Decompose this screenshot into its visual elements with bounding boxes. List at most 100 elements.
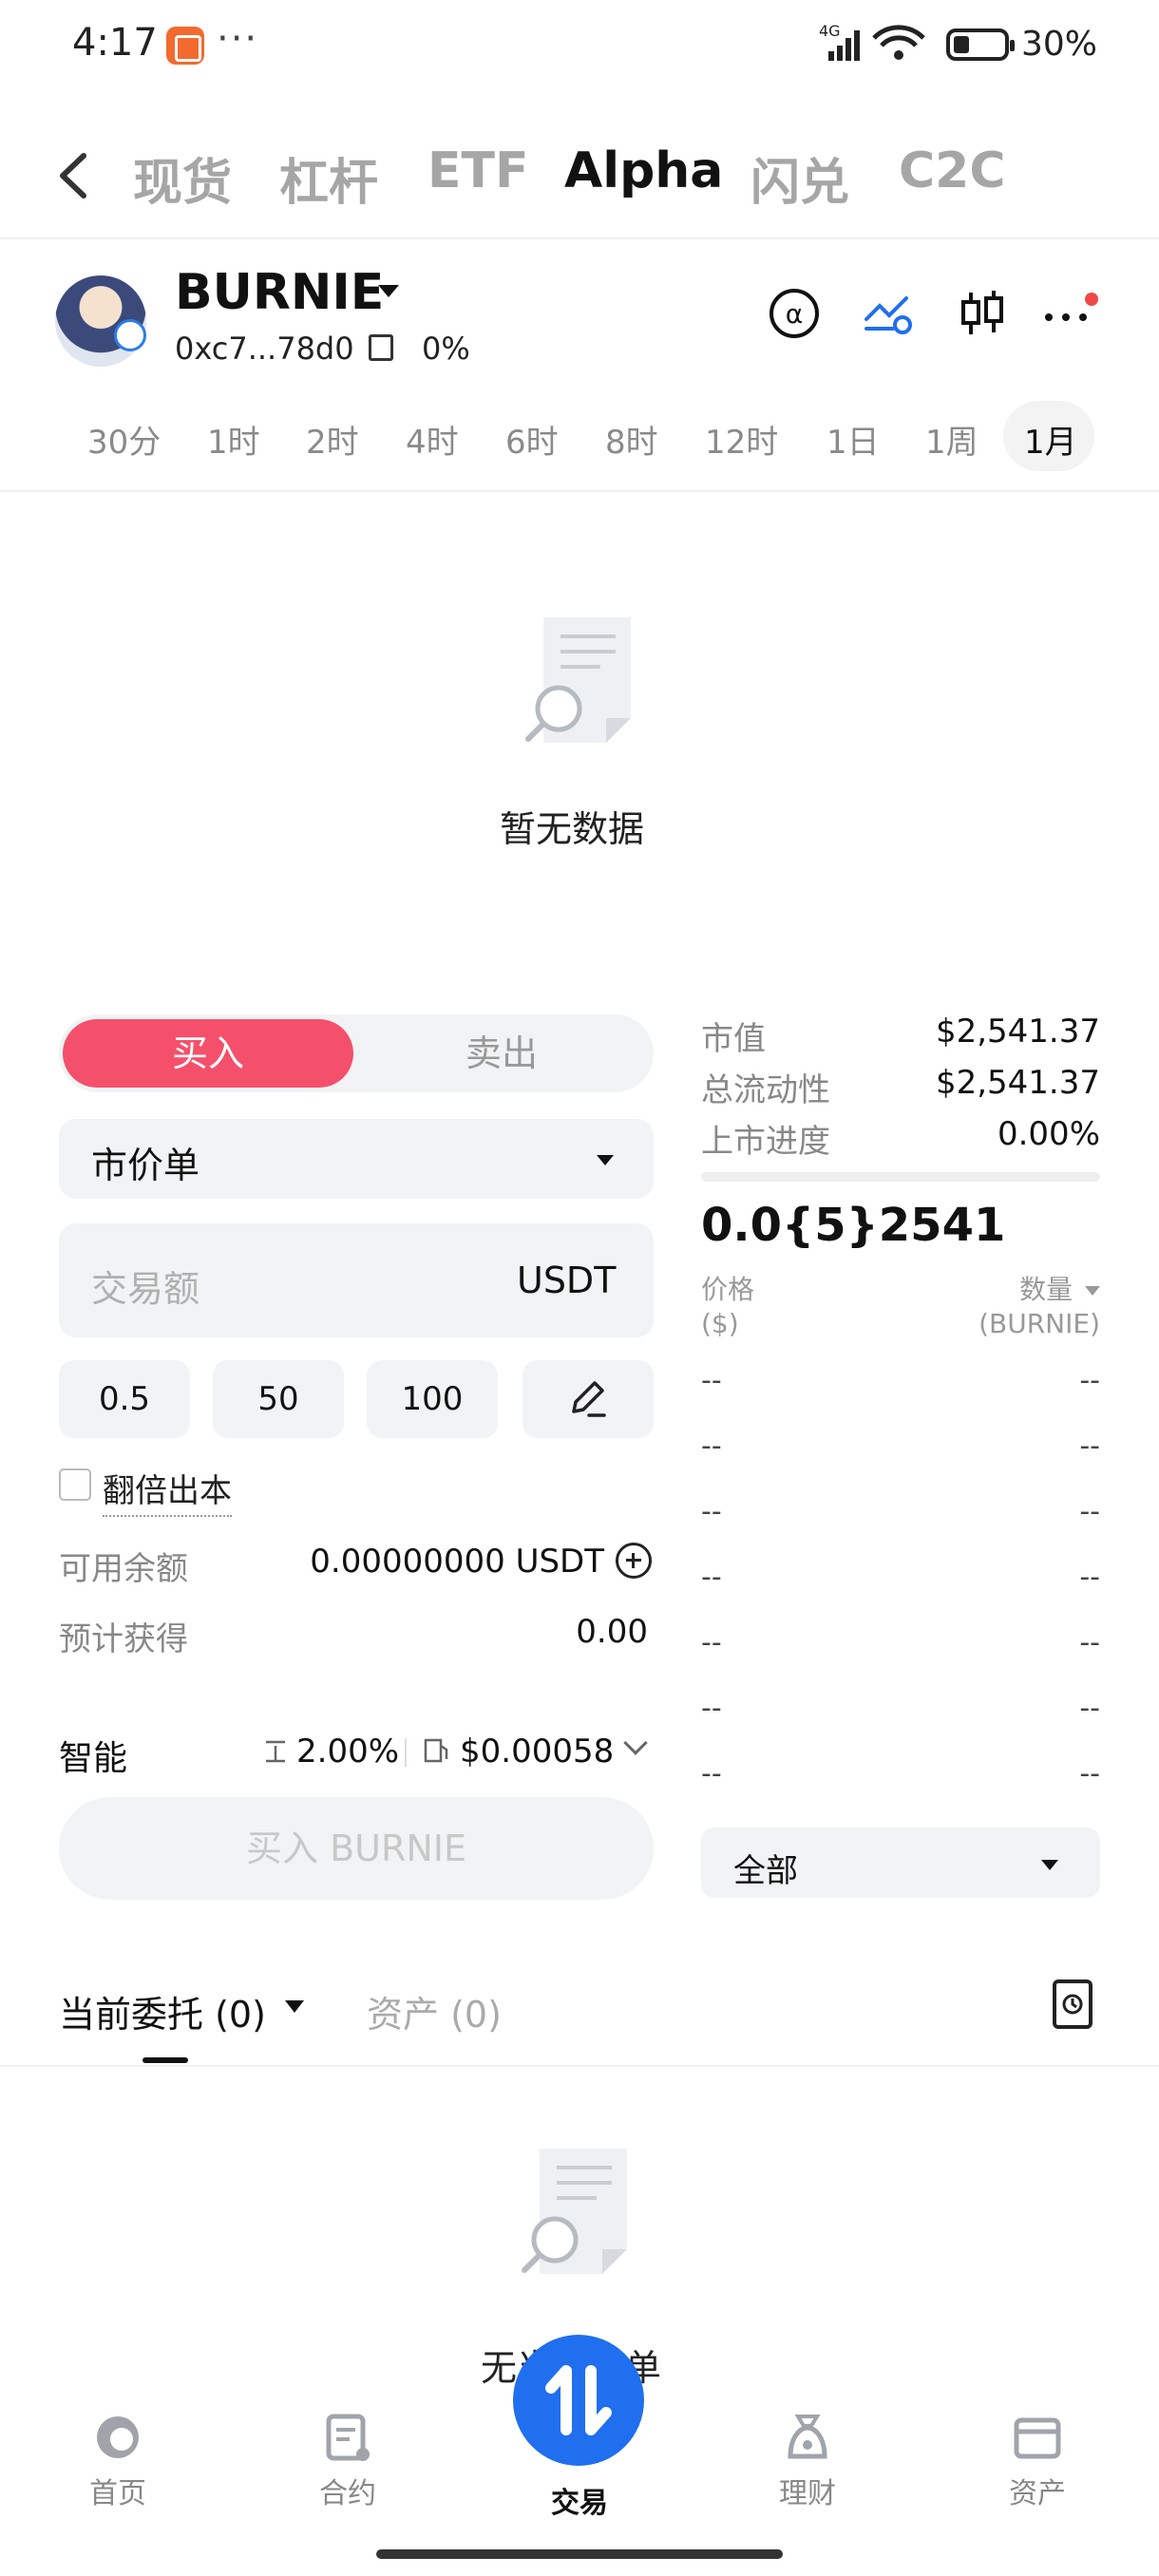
interval-8h[interactable]: 8时 [605, 416, 658, 463]
orderbook-qty-cell: -- [1079, 1430, 1100, 1463]
network-type-label: 4G [819, 22, 841, 40]
token-change: 0% [422, 331, 470, 367]
quick-amount-100[interactable]: 100 [367, 1360, 498, 1438]
quick-amount-0-5[interactable]: 0.5 [59, 1360, 190, 1438]
token-name[interactable]: BURNIE [175, 264, 384, 321]
orderbook-qty-cell: -- [1079, 1495, 1100, 1528]
caret-down-icon [1041, 1860, 1058, 1870]
status-time: 4:17 [72, 21, 158, 65]
divider [0, 237, 1159, 239]
token-dropdown-icon[interactable] [378, 285, 399, 297]
interval-30m[interactable]: 30分 [87, 416, 161, 463]
quick-amount-50[interactable]: 50 [213, 1360, 344, 1438]
order-history-icon[interactable] [1053, 1979, 1092, 2029]
status-more-dots: ··· [217, 17, 259, 61]
alpha-icon[interactable]: α [766, 285, 823, 342]
amount-placeholder: 交易额 [91, 1268, 200, 1310]
expected-value: 0.00 [576, 1613, 648, 1651]
orderbook-price-cell: -- [701, 1626, 722, 1659]
tab-assets[interactable]: 资产 (0) [367, 1985, 502, 2037]
battery-percent: 30% [1021, 25, 1098, 64]
interval-6h[interactable]: 6时 [505, 416, 559, 463]
pencil-icon [572, 1381, 606, 1417]
tab-c2c[interactable]: C2C [899, 142, 1006, 199]
orderbook-price-cell: -- [701, 1430, 722, 1463]
buy-submit-button[interactable]: 买入 BURNIE [59, 1797, 654, 1900]
listing-progress-track [701, 1172, 1100, 1182]
orderbook-price-title: 价格 [701, 1274, 755, 1305]
interval-1w[interactable]: 1周 [925, 416, 978, 463]
trend-chart-icon[interactable] [861, 285, 918, 342]
nav-earn[interactable]: 理财 [750, 2411, 864, 2511]
interval-1mo[interactable]: 1月 [1024, 416, 1077, 463]
orderbook-qty-header[interactable]: 数量 (BURNIE) [978, 1273, 1100, 1341]
current-price: 0.0{5}2541 [701, 1199, 1006, 1252]
tab-etf[interactable]: ETF [428, 142, 529, 199]
tab-spot[interactable]: 现货 [133, 142, 232, 214]
buy-tab[interactable]: 买入 [63, 1019, 353, 1088]
svg-text:α: α [786, 298, 803, 330]
nav-assets[interactable]: 资产 [980, 2411, 1094, 2511]
tab-alpha[interactable]: Alpha [564, 142, 723, 199]
tab-current-orders[interactable]: 当前委托 (0) [59, 1985, 266, 2037]
trade-fab-button[interactable] [513, 2335, 644, 2466]
orderbook-qty-cell: -- [1079, 1692, 1100, 1725]
orderbook-qty-cell: -- [1079, 1364, 1100, 1397]
orderbook-price-header: 价格 ($) [701, 1273, 754, 1341]
divider [405, 1738, 407, 1767]
empty-document-icon [521, 2145, 627, 2278]
liquidity-label: 总流动性 [701, 1071, 830, 1109]
slippage-icon [266, 1740, 285, 1763]
orderbook-qty-cell: -- [1079, 1626, 1100, 1659]
double-principal-checkbox[interactable] [59, 1468, 91, 1501]
divider [0, 490, 1159, 492]
listing-progress-value: 0.00% [997, 1115, 1100, 1153]
futures-icon [326, 2414, 370, 2461]
notification-dot [1085, 293, 1098, 306]
market-cap-label: 市值 [701, 1020, 766, 1058]
edit-amount-button[interactable] [522, 1360, 654, 1438]
double-principal-label[interactable]: 翻倍出本 [103, 1465, 232, 1517]
sell-tab[interactable]: 卖出 [353, 1019, 650, 1088]
order-type-value: 市价单 [91, 1145, 200, 1186]
expected-label: 预计获得 [59, 1620, 188, 1658]
orderbook-qty-cell: -- [1079, 1757, 1100, 1790]
slippage-value[interactable]: 2.00% [296, 1733, 399, 1771]
interval-1d[interactable]: 1日 [826, 416, 880, 463]
interval-4h[interactable]: 4时 [406, 416, 459, 463]
nav-trade-label[interactable]: 交易 [532, 2479, 627, 2521]
interval-12h[interactable]: 12时 [705, 416, 778, 463]
candlestick-icon[interactable] [954, 285, 1011, 342]
interval-1h[interactable]: 1时 [207, 416, 260, 463]
wallet-icon [1014, 2417, 1061, 2459]
chevron-down-icon[interactable] [623, 1731, 648, 1755]
tab-convert[interactable]: 闪兑 [750, 142, 849, 214]
nav-earn-label: 理财 [779, 2477, 836, 2510]
app-notification-icon [166, 27, 204, 65]
available-balance-value: 0.00000000 USDT [310, 1543, 604, 1581]
nav-assets-label: 资产 [1009, 2477, 1066, 2510]
orderbook-qty-unit: (BURNIE) [978, 1308, 1100, 1339]
add-funds-icon[interactable] [616, 1543, 652, 1579]
home-indicator [376, 2549, 783, 2559]
caret-down-icon [597, 1155, 614, 1165]
amount-unit: USDT [517, 1260, 617, 1301]
nav-home-label: 首页 [89, 2477, 146, 2510]
listing-progress-label: 上市进度 [701, 1123, 830, 1161]
network-signal-icon: 4G [819, 21, 942, 70]
tab-margin[interactable]: 杠杆 [279, 142, 378, 214]
swap-arrows-icon [545, 2365, 612, 2435]
market-cap-value: $2,541.37 [935, 1013, 1100, 1051]
copy-icon[interactable] [369, 334, 393, 361]
nav-home[interactable]: 首页 [61, 2411, 175, 2511]
gas-fee-icon [424, 1738, 448, 1763]
caret-down-icon[interactable] [285, 2000, 304, 2013]
chain-badge-icon [114, 319, 146, 351]
battery-icon [946, 28, 1015, 61]
interval-2h[interactable]: 2时 [306, 416, 359, 463]
nav-futures[interactable]: 合约 [291, 2411, 405, 2511]
divider [0, 2065, 1159, 2067]
back-button[interactable] [48, 142, 104, 209]
orderbook-price-cell: -- [701, 1757, 722, 1790]
gas-fee-value[interactable]: $0.00058 [460, 1733, 614, 1771]
